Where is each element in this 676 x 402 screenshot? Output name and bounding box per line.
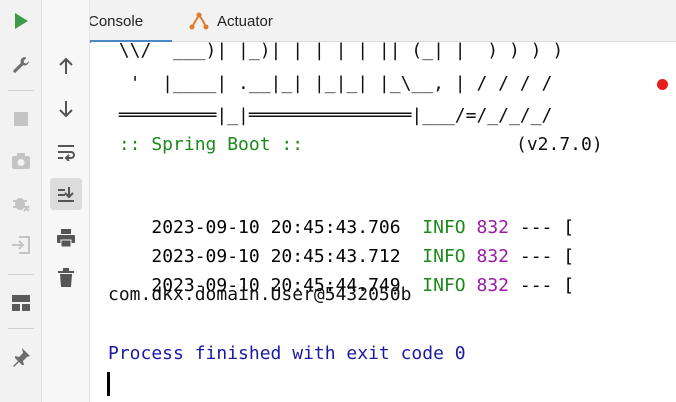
tab-console-label: Console xyxy=(88,12,144,30)
output-line: com.dkx.domain.User@5432050b xyxy=(108,284,412,305)
login-icon[interactable] xyxy=(6,230,36,260)
console-output[interactable]: \\/ ___)| |_)| | | | | || (_| | ) ) ) ) … xyxy=(91,42,676,402)
run-icon[interactable] xyxy=(6,6,36,36)
toolbar-divider xyxy=(8,90,34,91)
arrow-up-icon[interactable] xyxy=(50,50,82,82)
tab-actuator-label: Actuator xyxy=(217,12,273,30)
toolbar-divider xyxy=(8,328,34,329)
spring-boot-version: (v2.7.0) xyxy=(516,134,603,155)
spring-boot-label: :: Spring Boot :: xyxy=(108,134,304,155)
log-pid: 832 xyxy=(476,275,510,296)
toolbar-divider xyxy=(8,274,34,275)
stop-icon[interactable] xyxy=(6,104,36,134)
banner-line-3: ═════════|_|═══════════════|___/=/_/_/_/ xyxy=(108,105,553,126)
camera-icon[interactable] xyxy=(6,146,36,176)
log-level: INFO xyxy=(422,275,466,296)
log-rest: --- [ xyxy=(519,275,575,296)
tab-bar: Console Actuator xyxy=(42,0,676,43)
tab-actuator[interactable]: Actuator xyxy=(189,0,299,42)
wrench-icon[interactable] xyxy=(6,50,36,80)
scroll-to-end-icon[interactable] xyxy=(50,178,82,210)
pin-icon[interactable] xyxy=(6,342,36,372)
trash-icon[interactable] xyxy=(50,262,82,294)
soft-wrap-icon[interactable] xyxy=(50,136,82,168)
arrow-down-icon[interactable] xyxy=(50,93,82,125)
error-indicator xyxy=(657,79,668,90)
text-cursor xyxy=(107,372,110,396)
exit-message: Process finished with exit code 0 xyxy=(108,343,466,364)
print-icon[interactable] xyxy=(50,222,82,254)
layout-icon[interactable] xyxy=(6,288,36,318)
actuator-icon xyxy=(189,12,209,30)
left-toolbar xyxy=(0,0,42,402)
banner-line-2: ' |____| .__|_| |_|_| |_\__, | / / / / xyxy=(108,73,553,94)
banner-line-1: \\/ ___)| |_)| | | | | || (_| | ) ) ) ) xyxy=(108,42,564,61)
debug-icon[interactable] xyxy=(6,188,36,218)
console-toolbar xyxy=(42,0,90,402)
